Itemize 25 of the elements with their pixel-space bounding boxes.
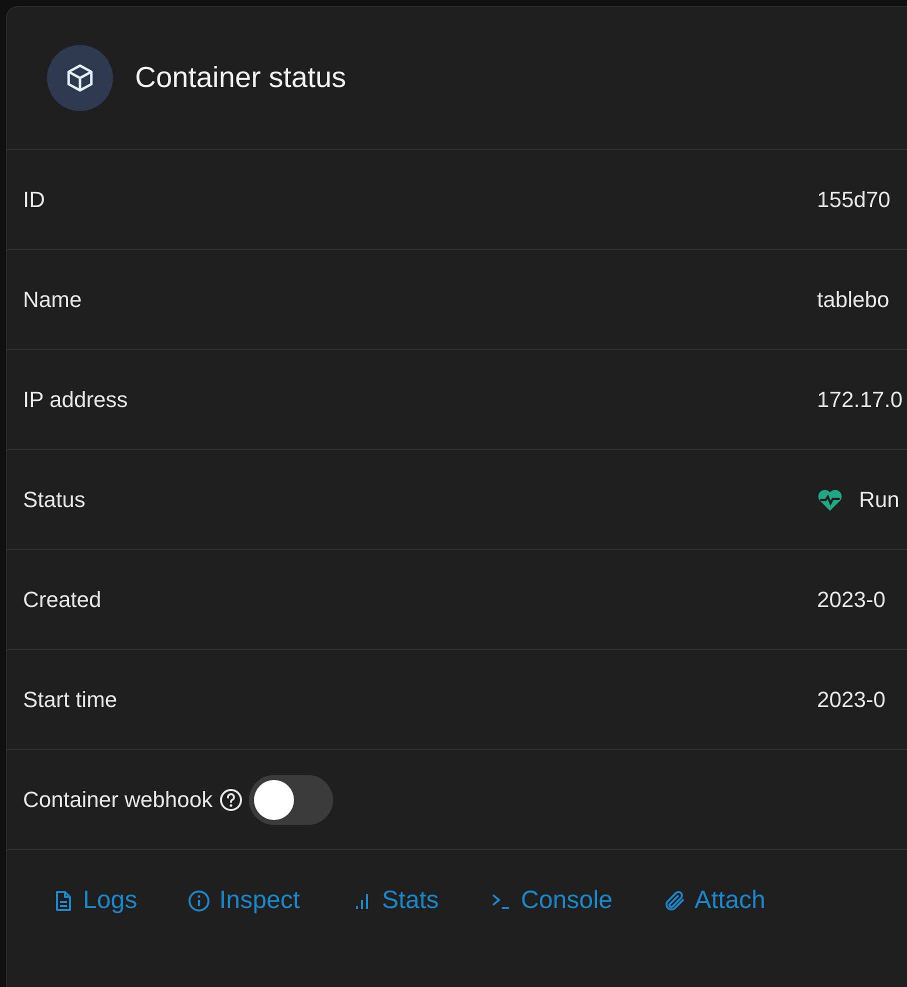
field-value: 2023-0	[817, 686, 886, 712]
heartbeat-icon	[817, 488, 843, 512]
field-value: 2023-0	[817, 586, 886, 612]
action-link[interactable]: Stats	[350, 886, 439, 915]
field-label: Status	[23, 486, 86, 512]
field-value: 155d70	[817, 186, 890, 212]
field-label: Name	[23, 286, 83, 312]
field-value: 172.17.0	[817, 386, 903, 412]
action-link[interactable]: Logs	[51, 886, 138, 915]
info-icon	[187, 888, 212, 912]
action-link[interactable]: Inspect	[187, 886, 300, 915]
field-label: Start time	[23, 686, 118, 712]
webhook-toggle[interactable]	[248, 774, 333, 824]
cube-icon	[47, 45, 113, 111]
action-link[interactable]: Attach	[662, 886, 766, 915]
status-value: Run	[859, 486, 900, 512]
field-value: tablebo	[817, 286, 890, 312]
field-label: IP address	[23, 386, 129, 412]
action-link[interactable]: Console	[488, 886, 613, 915]
paperclip-icon	[662, 888, 687, 912]
card-title: Container status	[135, 62, 346, 94]
field-label: ID	[23, 186, 46, 212]
webhook-label: Container webhook	[23, 786, 213, 812]
help-icon[interactable]	[218, 788, 243, 812]
field-label: Created	[23, 586, 102, 612]
